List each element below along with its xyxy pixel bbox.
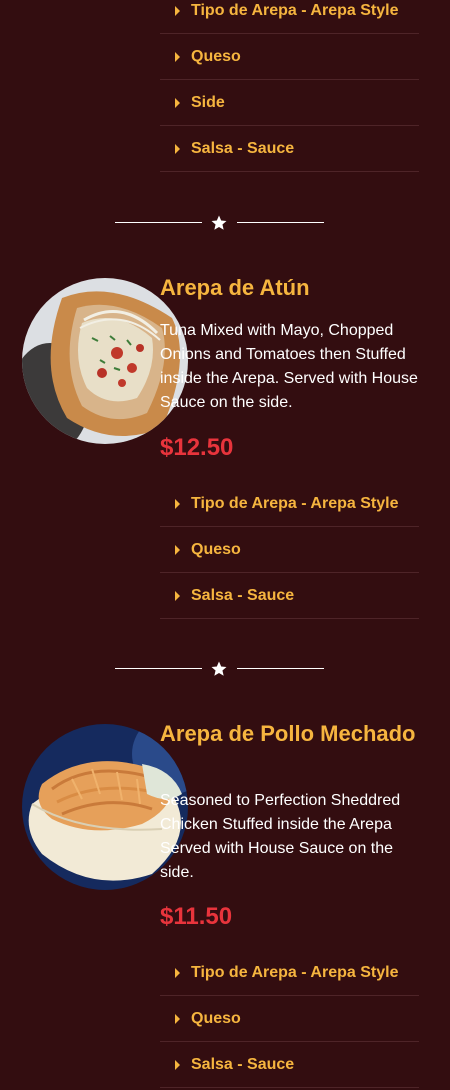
item-price: $12.50: [160, 434, 234, 461]
caret-right-icon: [175, 544, 180, 555]
option-queso[interactable]: Queso: [160, 34, 419, 80]
caret-right-icon: [175, 1059, 180, 1070]
divider-line: [115, 668, 202, 669]
option-salsa[interactable]: Salsa - Sauce: [160, 573, 419, 619]
divider-line: [237, 222, 324, 223]
option-label: Tipo de Arepa - Arepa Style: [191, 494, 399, 512]
star-divider: [115, 213, 324, 233]
item-description: Seasoned to Perfection Sheddred Chicken …: [160, 792, 401, 881]
option-tipo-de-arepa[interactable]: Tipo de Arepa - Arepa Style: [160, 481, 419, 527]
item-title: Arepa de Pollo Mechado: [160, 721, 416, 746]
option-label: Tipo de Arepa - Arepa Style: [191, 1, 399, 19]
option-label: Salsa - Sauce: [191, 1055, 295, 1073]
option-side[interactable]: Side: [160, 80, 419, 126]
caret-right-icon: [175, 967, 180, 978]
option-label: Queso: [191, 1009, 241, 1027]
caret-right-icon: [175, 590, 180, 601]
item-options-list: Tipo de Arepa - Arepa Style Queso Salsa …: [160, 481, 419, 619]
item-title: Arepa de Atún: [160, 275, 310, 300]
option-queso[interactable]: Queso: [160, 996, 419, 1042]
caret-right-icon: [175, 1013, 180, 1024]
divider-line: [115, 222, 202, 223]
item-description: Tuna Mixed with Mayo, Chopped Onions and…: [160, 322, 418, 411]
option-label: Salsa - Sauce: [191, 139, 295, 157]
option-salsa[interactable]: Salsa - Sauce: [160, 126, 419, 172]
option-label: Tipo de Arepa - Arepa Style: [191, 963, 399, 981]
option-label: Queso: [191, 540, 241, 558]
caret-right-icon: [175, 143, 180, 154]
option-label: Salsa - Sauce: [191, 586, 295, 604]
star-icon: [211, 661, 227, 676]
option-tipo-de-arepa[interactable]: Tipo de Arepa - Arepa Style: [160, 0, 419, 34]
option-label: Side: [191, 93, 225, 111]
caret-right-icon: [175, 51, 180, 62]
item-price: $11.50: [160, 903, 233, 930]
option-queso[interactable]: Queso: [160, 527, 419, 573]
option-label: Queso: [191, 47, 241, 65]
option-tipo-de-arepa[interactable]: Tipo de Arepa - Arepa Style: [160, 950, 419, 996]
caret-right-icon: [175, 5, 180, 16]
top-options-list: Tipo de Arepa - Arepa Style Queso Side S…: [160, 0, 419, 172]
divider-line: [237, 668, 324, 669]
star-icon: [211, 215, 227, 230]
option-salsa[interactable]: Salsa - Sauce: [160, 1042, 419, 1088]
caret-right-icon: [175, 498, 180, 509]
item-options-list: Tipo de Arepa - Arepa Style Queso Salsa …: [160, 950, 419, 1088]
caret-right-icon: [175, 97, 180, 108]
star-divider: [115, 659, 324, 679]
